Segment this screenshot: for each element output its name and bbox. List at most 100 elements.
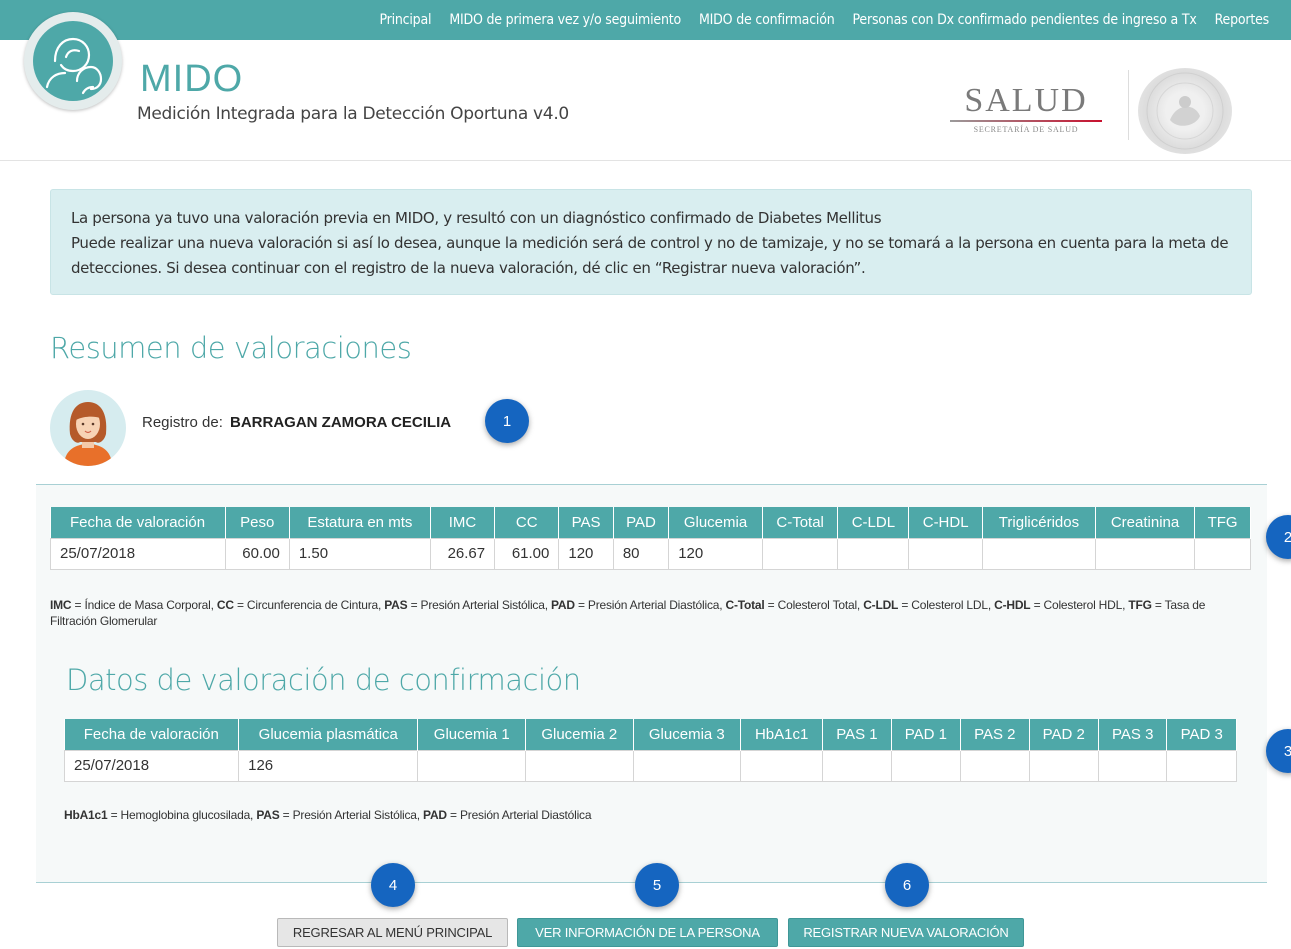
summary-legend-abbr: TFG bbox=[1128, 598, 1152, 612]
summary-table-cell: 80 bbox=[612, 537, 670, 570]
confirmation-legend-text: = Hemoglobina glucosilada, bbox=[107, 808, 257, 822]
person-name: BARRAGAN ZAMORA CECILIA bbox=[230, 414, 452, 431]
summary-legend-abbr: C-LDL bbox=[863, 598, 899, 612]
summary-legend-abbr: PAD bbox=[550, 598, 575, 612]
summary-table-header-cell: C-Total bbox=[762, 507, 839, 538]
summary-table-header-cell: C-HDL bbox=[908, 507, 984, 538]
confirmation-legend-text: = Presión Arterial Sistólica, bbox=[279, 808, 424, 822]
back-to-menu-button[interactable]: REGRESAR AL MENÚ PRINCIPAL bbox=[277, 918, 508, 947]
top-nav: Principal MIDO de primera vez y/o seguim… bbox=[0, 0, 1291, 40]
confirmation-table-row: 25/07/2018 126 bbox=[63, 749, 1237, 782]
confirmation-table-cell bbox=[1166, 749, 1237, 782]
nav-item-pendientes-tx[interactable]: Personas con Dx confirmado pendientes de… bbox=[853, 12, 1197, 28]
registro-label: Registro de: bbox=[142, 414, 223, 431]
confirmation-table-cell bbox=[417, 749, 527, 782]
step-badge-6: 6 bbox=[885, 863, 929, 907]
summary-table-row: 25/07/2018 60.00 1.50 26.67 61.00 120 80 120 bbox=[50, 537, 1251, 570]
nav-item-reportes[interactable]: Reportes bbox=[1215, 12, 1270, 28]
confirmation-table-header-cell: Glucemia 3 bbox=[633, 719, 742, 750]
confirmation-table-header-cell: HbA1c1 bbox=[740, 719, 824, 750]
alert-line-2: Puede realizar una nueva valoración si a… bbox=[71, 234, 1229, 277]
summary-legend-text: = Circunferencia de Cintura, bbox=[233, 598, 385, 612]
step-badge-4: 4 bbox=[371, 863, 415, 907]
summary-table-cell bbox=[1194, 537, 1251, 570]
summary-table-cell: 61.00 bbox=[494, 537, 560, 570]
summary-table-cell bbox=[837, 537, 910, 570]
salud-logo-sub: SECRETARÍA DE SALUD bbox=[973, 125, 1079, 134]
summary-table-header-cell: C-LDL bbox=[837, 507, 910, 538]
confirmation-table-cell bbox=[960, 749, 1030, 782]
confirmation-table: Fecha de valoración Glucemia plasmática Gl… bbox=[63, 719, 1237, 782]
summary-legend-text: = Colesterol Total, bbox=[764, 598, 864, 612]
info-alert: La persona ya tuvo una valoración previa… bbox=[50, 189, 1252, 295]
summary-table-cell bbox=[1094, 537, 1196, 570]
confirmation-legend-abbr: PAD bbox=[423, 808, 447, 822]
confirmation-table-cell: 126 bbox=[238, 749, 419, 782]
confirmation-legend-abbr: HbA1c1 bbox=[64, 808, 108, 822]
summary-table-header-cell: Triglicéridos bbox=[982, 507, 1096, 538]
register-new-assessment-button[interactable]: REGISTRAR NUEVA VALORACIÓN bbox=[788, 918, 1024, 947]
confirmation-table-cell bbox=[632, 749, 742, 782]
summary-table-header-cell: Peso bbox=[225, 507, 290, 538]
alert-line-1: La persona ya tuvo una valoración previa… bbox=[71, 209, 882, 227]
summary-table-cell bbox=[761, 537, 839, 570]
confirmation-table-header-cell: PAS 3 bbox=[1098, 719, 1168, 750]
summary-table-header-cell: PAS bbox=[558, 507, 614, 538]
summary-table-header-cell: Estatura en mts bbox=[289, 507, 431, 538]
confirmation-table-header-cell: Fecha de valoración bbox=[64, 719, 240, 750]
confirmation-table-header-cell: PAD 3 bbox=[1166, 719, 1237, 750]
view-person-info-button[interactable]: VER INFORMACIÓN DE LA PERSONA bbox=[517, 918, 778, 947]
summary-title: Resumen de valoraciones bbox=[50, 331, 412, 365]
summary-table-cell: 120 bbox=[558, 537, 614, 570]
summary-table-cell: 26.67 bbox=[429, 537, 496, 570]
confirmation-table-header-cell: PAS 1 bbox=[822, 719, 892, 750]
confirmation-legend-abbr: PAS bbox=[256, 808, 280, 822]
confirmation-table-cell bbox=[1028, 749, 1099, 782]
salud-logo-bar bbox=[950, 120, 1102, 122]
step-badge-2: 2 bbox=[1266, 515, 1291, 559]
step-badge-1: 1 bbox=[485, 399, 529, 443]
summary-table-header: Fecha de valoración Peso Estatura en mts IM… bbox=[50, 507, 1251, 538]
summary-table-cell: 60.00 bbox=[224, 537, 290, 570]
confirmation-table-cell: 25/07/2018 bbox=[63, 749, 240, 782]
confirmation-table-cell bbox=[740, 749, 824, 782]
summary-table-header-cell: TFG bbox=[1194, 507, 1251, 538]
summary-legend-abbr: PAS bbox=[384, 598, 408, 612]
summary-table-cell: 25/07/2018 bbox=[50, 537, 226, 570]
confirmation-table-header-cell: PAS 2 bbox=[960, 719, 1030, 750]
summary-table-cell: 1.50 bbox=[288, 537, 431, 570]
confirmation-table-cell bbox=[1097, 749, 1168, 782]
summary-legend-text: = Colesterol HDL, bbox=[1030, 598, 1129, 612]
nav-item-principal[interactable]: Principal bbox=[379, 12, 431, 28]
people-icon bbox=[45, 37, 103, 95]
salud-logo: SALUD SECRETARÍA DE SALUD bbox=[950, 82, 1102, 134]
summary-legend-text: = Índice de Masa Corporal, bbox=[71, 598, 217, 612]
nav-item-primera-vez[interactable]: MIDO de primera vez y/o seguimiento bbox=[449, 12, 681, 28]
summary-legend-abbr: C-Total bbox=[725, 598, 765, 612]
step-badge-5: 5 bbox=[635, 863, 679, 907]
header-divider bbox=[0, 160, 1291, 161]
summary-table-header-cell: Glucemia bbox=[668, 507, 763, 538]
summary-legend-abbr: C-HDL bbox=[994, 598, 1031, 612]
summary-table-cell: 120 bbox=[668, 537, 763, 570]
summary-table: Fecha de valoración Peso Estatura en mts IM… bbox=[50, 507, 1251, 570]
confirmation-table-header-cell: Glucemia 2 bbox=[525, 719, 634, 750]
logo-divider bbox=[1128, 70, 1129, 140]
step-badge-3: 3 bbox=[1266, 729, 1291, 773]
confirmation-table-cell bbox=[890, 749, 962, 782]
summary-legend-abbr: CC bbox=[216, 598, 234, 612]
confirmation-table-header: Fecha de valoración Glucemia plasmática Gl… bbox=[64, 719, 1237, 750]
summary-table-header-cell: CC bbox=[494, 507, 560, 538]
summary-table-header-cell: Creatinina bbox=[1095, 507, 1196, 538]
confirmation-table-header-cell: PAD 1 bbox=[891, 719, 962, 750]
nav-item-confirmacion[interactable]: MIDO de confirmación bbox=[699, 12, 835, 28]
female-avatar-icon bbox=[50, 390, 126, 466]
mido-logo[interactable] bbox=[24, 12, 122, 110]
confirmation-table-cell bbox=[822, 749, 892, 782]
salud-logo-text: SALUD bbox=[964, 82, 1088, 119]
summary-table-header-cell: Fecha de valoración bbox=[50, 507, 226, 538]
mexico-seal-icon bbox=[1138, 68, 1232, 154]
summary-legend-text: = Presión Arterial Sistólica, bbox=[407, 598, 551, 612]
summary-legend-text: = Colesterol LDL, bbox=[898, 598, 995, 612]
summary-table-header-cell: IMC bbox=[430, 507, 496, 538]
